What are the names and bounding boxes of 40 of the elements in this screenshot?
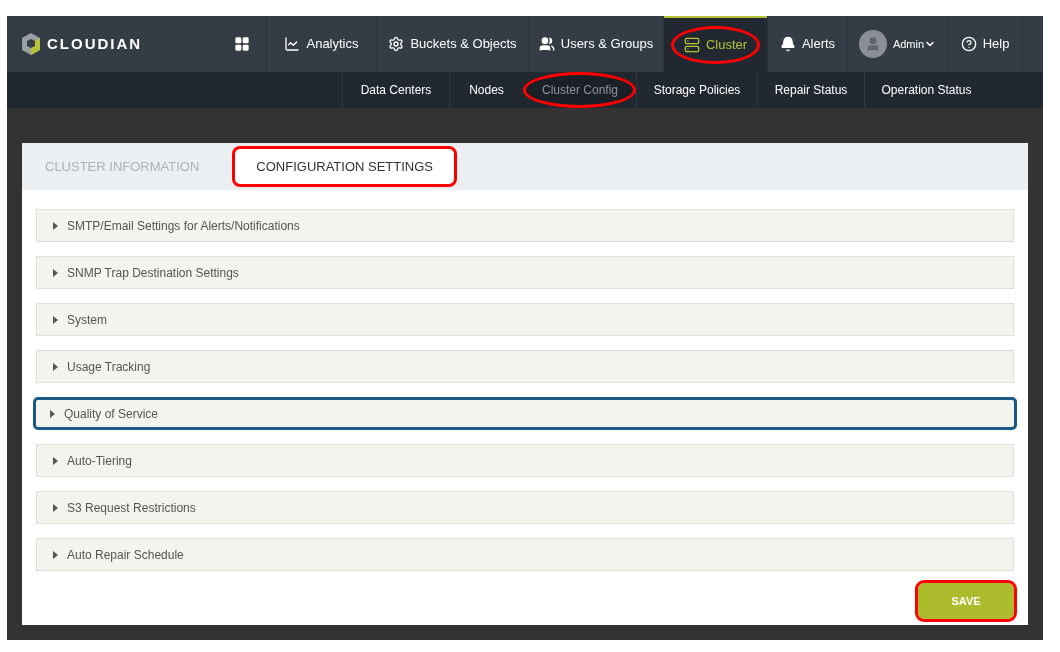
subnav-link[interactable]: Nodes [449, 72, 523, 108]
subnav-link[interactable]: Storage Policies [636, 72, 757, 108]
accordion-header[interactable]: SMTP/Email Settings for Alerts/Notifications [36, 209, 1014, 242]
accordion-header[interactable]: Usage Tracking [36, 350, 1014, 383]
caret-icon [53, 268, 59, 277]
caret-icon [53, 550, 59, 559]
nav-link[interactable]: Cluster [664, 16, 767, 72]
users-icon [538, 36, 555, 52]
grid-icon [233, 36, 250, 52]
accordion-header[interactable]: Auto-Tiering [36, 444, 1014, 477]
caret-icon [53, 362, 59, 371]
accordion-header[interactable]: Quality of Service [33, 397, 1017, 430]
accordion-header[interactable]: S3 Request Restrictions [36, 491, 1014, 524]
subnav-link[interactable]: Operation Status [864, 72, 988, 108]
subnav-link[interactable]: Repair Status [757, 72, 864, 108]
nav-link[interactable]: Users & Groups [529, 16, 663, 72]
nav-link[interactable]: Buckets & Objects [377, 16, 528, 72]
caret-icon [53, 221, 59, 230]
caret-icon [50, 409, 56, 418]
accordion-header[interactable]: System [36, 303, 1014, 336]
avatar-icon [858, 30, 887, 58]
caret-icon [53, 503, 59, 512]
accordion-header[interactable]: Auto Repair Schedule [36, 538, 1014, 571]
logo-icon [21, 32, 41, 56]
nav-link[interactable]: Alerts [768, 16, 847, 72]
subnav-link[interactable]: Data Centers [342, 72, 449, 108]
line-chart-icon [284, 36, 301, 52]
tab[interactable]: CONFIGURATION SETTINGS [232, 146, 458, 187]
nav-link[interactable]: Help [948, 16, 1022, 72]
nav-link[interactable]: Analytics [267, 16, 376, 72]
help-icon [960, 36, 977, 52]
brand-name: CLOUDIAN [47, 33, 143, 54]
nav-link[interactable]: Admin [848, 16, 947, 72]
caret-icon [53, 315, 59, 324]
server-icon [683, 37, 700, 53]
bell-icon [779, 36, 796, 52]
subnav-link[interactable]: Cluster Config [523, 72, 636, 108]
settings-icon [388, 36, 405, 52]
accordion-header[interactable]: SNMP Trap Destination Settings [36, 256, 1014, 289]
caret-icon [53, 456, 59, 465]
